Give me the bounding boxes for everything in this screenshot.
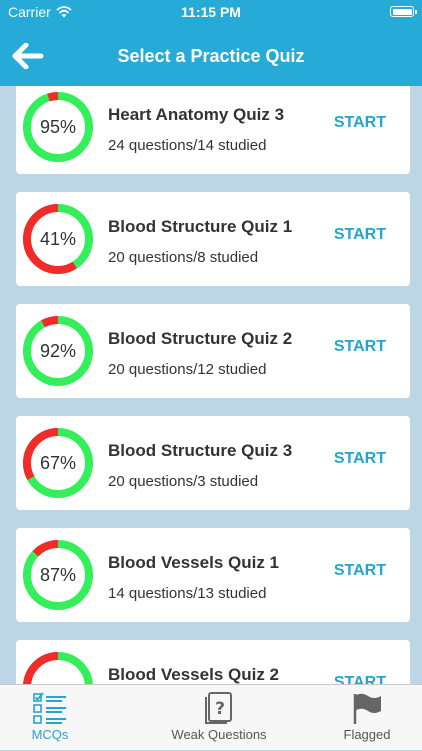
- quiz-title: Blood Structure Quiz 2: [108, 329, 293, 348]
- start-button[interactable]: START: [334, 562, 386, 580]
- tab-flagged[interactable]: Flagged: [330, 685, 404, 751]
- tab-label: MCQs: [31, 727, 69, 742]
- battery-icon: [390, 6, 417, 17]
- progress-percent: 67%: [39, 452, 77, 473]
- quiz-card[interactable]: 95% Heart Anatomy Quiz 3 24 questions/14…: [16, 86, 410, 174]
- quiz-card[interactable]: 87% Blood Vessels Quiz 1 14 questions/13…: [16, 528, 410, 622]
- start-button[interactable]: START: [334, 226, 386, 244]
- start-button[interactable]: START: [334, 450, 386, 468]
- tab-bar: MCQs ? Weak Questions Flagged: [0, 684, 422, 750]
- tab-mcqs[interactable]: MCQs: [10, 685, 90, 751]
- quiz-title: Blood Vessels Quiz 1: [108, 553, 280, 572]
- quiz-progress-text: 14 questions/13 studied: [108, 585, 267, 602]
- start-button[interactable]: START: [334, 114, 386, 132]
- tab-label: Weak Questions: [171, 727, 267, 742]
- quiz-title: Blood Vessels Quiz 2: [108, 665, 280, 684]
- quiz-progress-text: 20 questions/12 studied: [108, 361, 267, 378]
- quiz-progress-text: 20 questions/3 studied: [108, 473, 259, 490]
- status-time: 11:15 PM: [181, 4, 241, 20]
- progress-percent: 41%: [39, 228, 77, 249]
- svg-text:?: ?: [215, 699, 225, 719]
- status-bar: Carrier 11:15 PM: [0, 0, 422, 24]
- quiz-list[interactable]: 95% Heart Anatomy Quiz 3 24 questions/14…: [0, 86, 422, 684]
- question-doc-icon: ?: [205, 692, 232, 724]
- progress-percent: 87%: [39, 564, 77, 585]
- start-button[interactable]: START: [334, 674, 386, 684]
- quiz-card[interactable]: 41% Blood Structure Quiz 1 20 questions/…: [16, 192, 410, 286]
- quiz-progress-text: 20 questions/8 studied: [108, 249, 259, 266]
- tab-label: Flagged: [343, 727, 391, 742]
- quiz-card[interactable]: 67% Blood Structure Quiz 3 20 questions/…: [16, 416, 410, 510]
- progress-percent: [22, 651, 94, 684]
- progress-percent: 92%: [39, 340, 77, 361]
- quiz-title: Blood Structure Quiz 1: [108, 217, 293, 236]
- quiz-title: Heart Anatomy Quiz 3: [108, 105, 285, 124]
- flag-icon: [353, 693, 381, 724]
- page-title: Select a Practice Quiz: [117, 46, 305, 66]
- tab-weak-questions[interactable]: ? Weak Questions: [160, 685, 278, 751]
- nav-header: Carrier 11:15 PM Select a Practice Quiz: [0, 0, 422, 86]
- quiz-progress-text: 24 questions/14 studied: [108, 137, 267, 154]
- progress-percent: 95%: [39, 116, 77, 137]
- quiz-title: Blood Structure Quiz 3: [108, 441, 293, 460]
- checklist-icon: [33, 692, 66, 724]
- quiz-card[interactable]: Blood Vessels Quiz 2 START: [16, 640, 410, 684]
- start-button[interactable]: START: [334, 338, 386, 356]
- quiz-card[interactable]: 92% Blood Structure Quiz 2 20 questions/…: [16, 304, 410, 398]
